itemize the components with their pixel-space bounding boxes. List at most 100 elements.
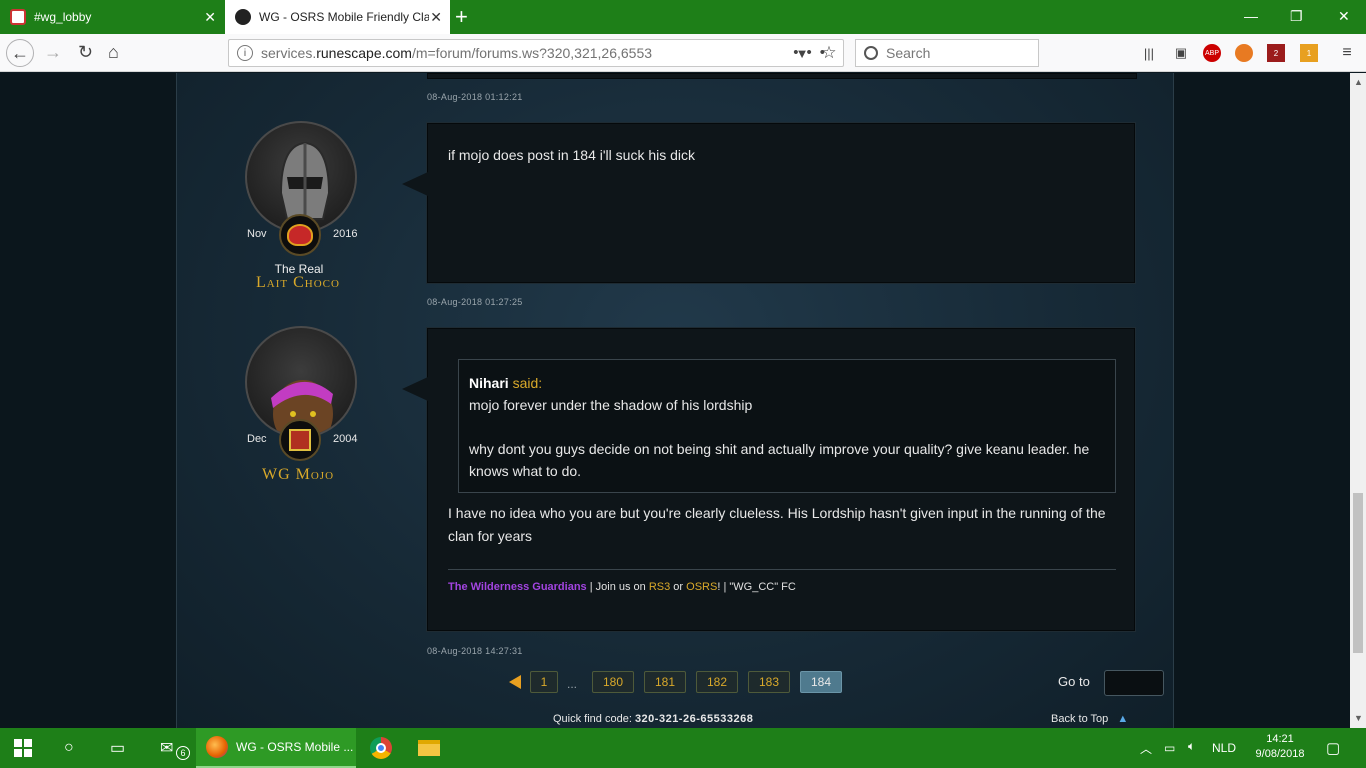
address-bar[interactable]: i services. runescape.com/m=forum/forums.…	[228, 39, 844, 67]
extension-ball-icon[interactable]	[1235, 44, 1253, 62]
task-view-icon[interactable]: ▭	[110, 728, 125, 768]
pagination-ellipsis: ...	[567, 677, 578, 691]
post-timestamp: 08-Aug-2018 01:27:25	[427, 297, 523, 307]
back-icon[interactable]: ←	[6, 39, 34, 67]
lastpass-icon[interactable]: 2	[1267, 44, 1285, 62]
rank-badge-icon	[279, 214, 321, 256]
clock[interactable]: 14:21 9/08/2018	[1252, 732, 1308, 762]
post-message: I have no idea who you are but you're cl…	[448, 505, 1106, 544]
quote-block: Nihari said: mojo forever under the shad…	[458, 359, 1116, 493]
chrome-icon[interactable]	[370, 728, 392, 768]
language-indicator[interactable]: NLD	[1212, 741, 1236, 755]
notifications-icon[interactable]: ▢	[1326, 739, 1340, 757]
scroll-down-icon[interactable]: ▼	[1354, 713, 1363, 723]
new-tab-icon[interactable]: +	[455, 4, 468, 30]
taskbar-app-title: WG - OSRS Mobile ...	[236, 740, 354, 754]
search-icon[interactable]: ○	[64, 728, 74, 768]
taskbar: ○ ▭ ✉ 6 WG - OSRS Mobile ... ︿ ▭ 🔈︎ NLD …	[0, 728, 1366, 768]
page-link[interactable]: 180	[592, 671, 634, 693]
adblock-icon[interactable]: ABP	[1203, 44, 1221, 62]
clan-link[interactable]: The Wilderness Guardians	[448, 581, 587, 593]
quote-said: said:	[512, 375, 543, 391]
menu-icon[interactable]: ≡	[1338, 44, 1356, 62]
signature-text: or	[670, 581, 687, 593]
page-link-current[interactable]: 184	[800, 671, 842, 693]
minimize-icon[interactable]: —	[1244, 8, 1258, 24]
page-link[interactable]: 182	[696, 671, 738, 693]
search-placeholder: Search	[886, 45, 931, 61]
join-year: 2004	[333, 433, 358, 445]
browser-tab-bar: #wg_lobby ✕ WG - OSRS Mobile Friendly Cl…	[0, 0, 1366, 34]
quick-find-label: Quick find code:	[553, 713, 632, 725]
prev-page-icon[interactable]	[509, 675, 521, 689]
battery-icon[interactable]: ▭	[1164, 741, 1175, 755]
forum-thread: 08-Aug-2018 01:12:21 Nov 2016 The Real L…	[176, 73, 1174, 728]
post-message: if mojo does post in 184 i'll suck his d…	[448, 147, 696, 163]
post-timestamp: 08-Aug-2018 01:12:21	[427, 92, 523, 102]
scrollbar-thumb[interactable]	[1353, 493, 1363, 653]
signature: The Wilderness Guardians | Join us on RS…	[448, 581, 796, 593]
join-month: Nov	[247, 228, 267, 240]
post-timestamp: 08-Aug-2018 14:27:31	[427, 646, 523, 656]
extension-badge-icon[interactable]: 1	[1300, 44, 1318, 62]
firefox-icon	[206, 736, 228, 758]
taskbar-firefox-app[interactable]: WG - OSRS Mobile ...	[196, 728, 356, 768]
rank-badge-icon	[279, 419, 321, 461]
close-tab-icon[interactable]: ✕	[430, 9, 442, 26]
file-explorer-icon[interactable]	[418, 728, 440, 768]
signature-text: ! | "WG_CC" FC	[717, 581, 796, 593]
lastpass-badge: 2	[1273, 48, 1279, 58]
tab-wg-osrs[interactable]: WG - OSRS Mobile Friendly Cla ✕	[225, 0, 450, 34]
join-month: Dec	[247, 433, 267, 445]
back-to-top-link[interactable]: Back to Top ▲	[1051, 713, 1128, 725]
signature-text: | Join us on	[586, 581, 649, 593]
quote-author: Nihari	[469, 375, 509, 391]
tab-title: WG - OSRS Mobile Friendly Cla	[259, 10, 429, 24]
mail-icon[interactable]: ✉ 6	[160, 728, 190, 768]
volume-icon[interactable]: 🔈︎	[1188, 739, 1195, 754]
post-body: if mojo does post in 184 i'll suck his d…	[402, 123, 1135, 283]
rs3-link[interactable]: RS3	[649, 581, 670, 593]
goto-label: Go to	[1058, 674, 1090, 689]
windows-logo-icon	[14, 739, 32, 757]
scroll-up-icon[interactable]: ▲	[1354, 77, 1363, 87]
page-scrollbar[interactable]: ▲ ▼	[1350, 73, 1366, 728]
join-year: 2016	[333, 228, 358, 240]
close-window-icon[interactable]: ✕	[1338, 8, 1350, 25]
library-icon[interactable]: |||	[1140, 44, 1158, 62]
username[interactable]: WG Mojo	[223, 466, 373, 484]
back-to-top-label: Back to Top	[1051, 713, 1109, 725]
navigation-bar: ← → ↻ ⌂ i services. runescape.com/m=forum…	[0, 34, 1366, 72]
page-link-first[interactable]: 1	[530, 671, 558, 693]
pocket-icon[interactable]: ▼	[793, 44, 811, 62]
clock-time: 14:21	[1266, 733, 1294, 745]
lobby-favicon-icon	[10, 9, 26, 25]
signature-divider	[448, 569, 1116, 570]
tab-wg-lobby[interactable]: #wg_lobby ✕	[0, 0, 224, 34]
url-path: /m=forum/forums.ws?320,321,26,65533268,g…	[411, 45, 652, 61]
restore-icon[interactable]: ❐	[1290, 8, 1303, 25]
tray-expand-icon[interactable]: ︿	[1140, 740, 1152, 757]
start-button[interactable]	[14, 728, 32, 768]
goto-page-input[interactable]	[1104, 670, 1164, 696]
close-tab-icon[interactable]: ✕	[204, 9, 216, 26]
clock-date: 9/08/2018	[1255, 748, 1305, 760]
url-host: runescape.com	[316, 45, 412, 61]
quick-find: Quick find code: 320-321-26-65533268	[553, 713, 753, 725]
quick-find-code: 320-321-26-65533268	[634, 713, 754, 725]
reload-icon[interactable]: ↻	[78, 42, 93, 63]
osrs-link[interactable]: OSRS	[686, 581, 717, 593]
home-icon[interactable]: ⌂	[108, 42, 119, 63]
page-link[interactable]: 183	[748, 671, 790, 693]
search-input[interactable]: Search	[855, 39, 1039, 67]
post-body: Nihari said: mojo forever under the shad…	[402, 328, 1135, 631]
tab-title: #wg_lobby	[34, 10, 92, 24]
username[interactable]: Lait Choco	[223, 274, 373, 292]
extension-badge: 1	[1306, 48, 1312, 58]
forward-icon[interactable]: →	[44, 42, 62, 63]
bookmark-star-icon[interactable]: ☆	[820, 43, 838, 62]
site-info-icon[interactable]: i	[237, 45, 253, 61]
mail-badge: 6	[176, 746, 190, 760]
sidebar-icon[interactable]: ▣	[1172, 44, 1190, 62]
page-link[interactable]: 181	[644, 671, 686, 693]
